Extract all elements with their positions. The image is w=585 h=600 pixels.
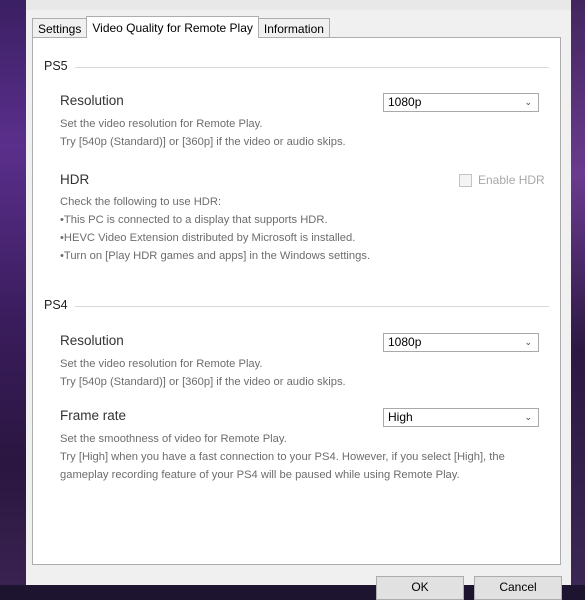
ps4-frame-rate-desc-3: gameplay recording feature of your PS4 w…: [60, 469, 460, 481]
chevron-down-icon: ⌄: [524, 337, 532, 347]
enable-hdr-checkbox[interactable]: Enable HDR: [459, 173, 545, 187]
ps5-resolution-desc-2: Try [540p (Standard)] or [360p] if the v…: [60, 136, 346, 148]
ps5-resolution-label: Resolution: [60, 93, 124, 108]
remote-play-settings-dialog: Settings Video Quality for Remote Play I…: [26, 0, 571, 600]
ok-button[interactable]: OK: [376, 576, 464, 600]
ps5-hdr-desc-1: Check the following to use HDR:: [60, 196, 222, 208]
ps4-frame-rate-desc-1: Set the smoothness of video for Remote P…: [60, 433, 287, 445]
ps5-hdr-label: HDR: [60, 172, 90, 187]
ps5-hdr-desc-4: •Turn on [Play HDR games and apps] in th…: [60, 250, 371, 262]
tab-video-quality[interactable]: Video Quality for Remote Play: [86, 16, 259, 38]
ps4-frame-rate-value: High: [388, 410, 413, 424]
ps5-section-heading: PS5: [44, 59, 68, 73]
ps5-resolution-value: 1080p: [388, 95, 422, 109]
ps5-resolution-desc-1: Set the video resolution for Remote Play…: [60, 118, 263, 130]
tab-information[interactable]: Information: [257, 18, 330, 38]
ps4-resolution-desc-2: Try [540p (Standard)] or [360p] if the v…: [60, 376, 346, 388]
ps4-section-heading: PS4: [44, 298, 68, 312]
ps5-hdr-desc-3: •HEVC Video Extension distributed by Mic…: [60, 232, 356, 244]
checkbox-icon: [459, 173, 472, 187]
ps4-resolution-value: 1080p: [388, 335, 422, 349]
ps5-resolution-select[interactable]: 1080p ⌄: [383, 93, 539, 112]
ps4-frame-rate-select[interactable]: High ⌄: [383, 408, 539, 427]
dialog-title-strip: [26, 0, 571, 10]
ps4-resolution-label: Resolution: [60, 333, 124, 348]
chevron-down-icon: ⌄: [524, 97, 532, 107]
enable-hdr-label: Enable HDR: [478, 173, 545, 187]
tab-panel-video-quality: PS5 Resolution 1080p ⌄ Set the video res…: [32, 37, 561, 565]
tab-settings[interactable]: Settings: [32, 18, 88, 38]
ps5-hdr-desc-2: •This PC is connected to a display that …: [60, 214, 328, 226]
ps4-frame-rate-label: Frame rate: [60, 408, 127, 423]
tab-strip: Settings Video Quality for Remote Play I…: [32, 16, 330, 38]
ps4-resolution-select[interactable]: 1080p ⌄: [383, 333, 539, 352]
ps4-resolution-desc-1: Set the video resolution for Remote Play…: [60, 358, 263, 370]
ps4-divider: [75, 306, 549, 307]
chevron-down-icon: ⌄: [524, 412, 532, 422]
ps5-divider: [75, 67, 549, 68]
cancel-button[interactable]: Cancel: [474, 576, 562, 600]
ps4-frame-rate-desc-2: Try [High] when you have a fast connecti…: [60, 451, 505, 463]
